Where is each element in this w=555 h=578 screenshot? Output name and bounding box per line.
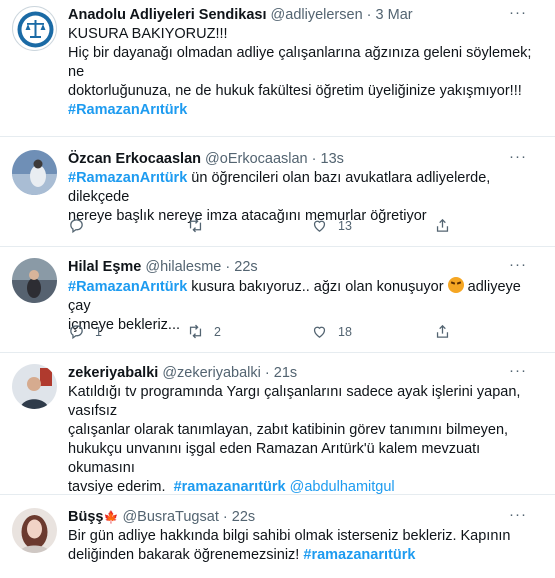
profile-photo-icon xyxy=(12,258,57,303)
more-options-icon[interactable]: ··· xyxy=(509,506,527,523)
maple-leaf-icon: 🍁 xyxy=(103,510,119,524)
tweet-actions: 1 2 18 xyxy=(68,323,488,343)
author-handle[interactable]: @oErkocaaslan xyxy=(205,151,308,167)
profile-photo-icon xyxy=(12,508,57,553)
tweet-line: KUSURA BAKIYORUZ!!! xyxy=(68,26,228,42)
tweet-header: zekeriyabalki @zekeriyabalki · 21s xyxy=(68,364,543,382)
tweet-line: Katıldığı tv programında Yargı çalışanla… xyxy=(68,384,521,419)
author-handle[interactable]: @zekeriyabalki xyxy=(162,365,261,381)
share-button[interactable] xyxy=(434,323,451,340)
reply-icon xyxy=(70,219,83,234)
tweet-line: tavsiye ederim. xyxy=(68,479,166,495)
tweet-line: deliğinden bakarak öğrenemezsiniz! xyxy=(68,547,300,563)
more-options-icon[interactable]: ··· xyxy=(509,148,527,165)
tweet-line: Hiç bir dayanağı olmadan adliye çalışanl… xyxy=(68,45,532,80)
hashtag-link[interactable]: #ramazanarıtürk xyxy=(303,547,415,563)
author-handle[interactable]: @adliyelersen xyxy=(271,7,363,23)
share-icon xyxy=(436,218,449,232)
separator-dot: · xyxy=(222,509,228,525)
retweet-button[interactable]: 2 xyxy=(187,323,221,340)
tweet-time[interactable]: 21s xyxy=(274,365,297,381)
tweet-line: çalışanlar olarak tanımlayan, zabıt kati… xyxy=(68,422,509,438)
author-name[interactable]: Özcan Erkocaaslan xyxy=(68,151,201,167)
author-name[interactable]: Büşş xyxy=(68,509,103,525)
separator-dot: · xyxy=(366,7,372,23)
retweet-count: 2 xyxy=(214,324,221,339)
tweet-line: hukukçu unvanını işgal eden Ramazan Arıt… xyxy=(68,441,481,476)
hashtag-link[interactable]: #RamazanArıtürk xyxy=(68,102,187,118)
heart-icon xyxy=(313,220,326,232)
tweet-time[interactable]: 3 Mar xyxy=(376,7,413,23)
tweet-divider xyxy=(0,136,555,137)
retweet-icon xyxy=(189,324,202,339)
tweet-time[interactable]: 22s xyxy=(232,509,255,525)
separator-dot: · xyxy=(264,365,270,381)
avatar[interactable] xyxy=(12,6,57,51)
share-icon xyxy=(436,324,449,338)
hashtag-link[interactable]: #RamazanArıtürk xyxy=(68,279,187,295)
avatar[interactable] xyxy=(12,150,57,195)
profile-photo-icon xyxy=(12,150,57,195)
hashtag-link[interactable]: #RamazanArıtürk xyxy=(68,170,187,186)
reply-button[interactable]: 1 xyxy=(68,323,102,340)
author-name[interactable]: Anadolu Adliyeleri Sendikası xyxy=(68,7,267,23)
tweet-header: Büşş🍁 @BusraTugsat · 22s xyxy=(68,508,543,526)
more-options-icon[interactable]: ··· xyxy=(509,4,527,21)
hashtag-link[interactable]: #ramazanarıtürk xyxy=(174,479,286,495)
avatar[interactable] xyxy=(12,508,57,553)
tweet-time[interactable]: 13s xyxy=(321,151,344,167)
reply-count: 1 xyxy=(95,324,102,339)
tweet-line: Bir gün adliye hakkında bilgi sahibi olm… xyxy=(68,528,511,544)
avatar[interactable] xyxy=(12,258,57,303)
tweet-actions: 13 xyxy=(68,217,488,237)
mention-link[interactable]: @abdulhamitgul xyxy=(290,479,395,495)
like-button[interactable]: 13 xyxy=(311,217,352,234)
share-button[interactable] xyxy=(434,217,451,234)
tweet-header: Hilal Eşme @hilalesme · 22s xyxy=(68,258,543,276)
author-name[interactable]: zekeriyabalki xyxy=(68,365,158,381)
reply-button[interactable] xyxy=(68,217,95,234)
tweet-divider xyxy=(0,246,555,247)
tweet-divider xyxy=(0,352,555,353)
author-handle[interactable]: @hilalesme xyxy=(145,259,221,275)
tweet-line: doktorluğunuza, ne de hukuk fakültesi öğ… xyxy=(68,83,522,99)
author-handle[interactable]: @BusraTugsat xyxy=(122,509,218,525)
profile-photo-icon xyxy=(12,364,57,409)
tweet-text: Katıldığı tv programında Yargı çalışanla… xyxy=(68,383,543,497)
tweet-time[interactable]: 22s xyxy=(234,259,257,275)
author-name[interactable]: Hilal Eşme xyxy=(68,259,141,275)
tweet-header: Özcan Erkocaaslan @oErkocaaslan · 13s xyxy=(68,150,543,168)
reply-icon xyxy=(70,325,83,340)
more-options-icon[interactable]: ··· xyxy=(509,256,527,273)
tweet-header: Anadolu Adliyeleri Sendikası @adliyelers… xyxy=(68,6,543,24)
avatar[interactable] xyxy=(12,364,57,409)
more-options-icon[interactable]: ··· xyxy=(509,362,527,379)
like-button[interactable]: 18 xyxy=(311,323,352,340)
retweet-button[interactable] xyxy=(187,217,214,234)
tweet-text: KUSURA BAKIYORUZ!!! Hiç bir dayanağı olm… xyxy=(68,25,543,120)
like-count: 18 xyxy=(338,324,352,339)
retweet-icon xyxy=(189,218,202,233)
tweet-divider xyxy=(0,494,555,495)
union-logo-icon xyxy=(17,11,54,48)
separator-dot: · xyxy=(225,259,231,275)
like-count: 13 xyxy=(338,218,352,233)
tweet-text: Bir gün adliye hakkında bilgi sahibi olm… xyxy=(68,527,543,565)
angry-face-icon xyxy=(447,277,464,293)
tweet-line: kusura bakıyoruz.. ağzı olan konuşuyor xyxy=(187,279,448,295)
heart-icon xyxy=(313,326,326,338)
separator-dot: · xyxy=(311,151,317,167)
